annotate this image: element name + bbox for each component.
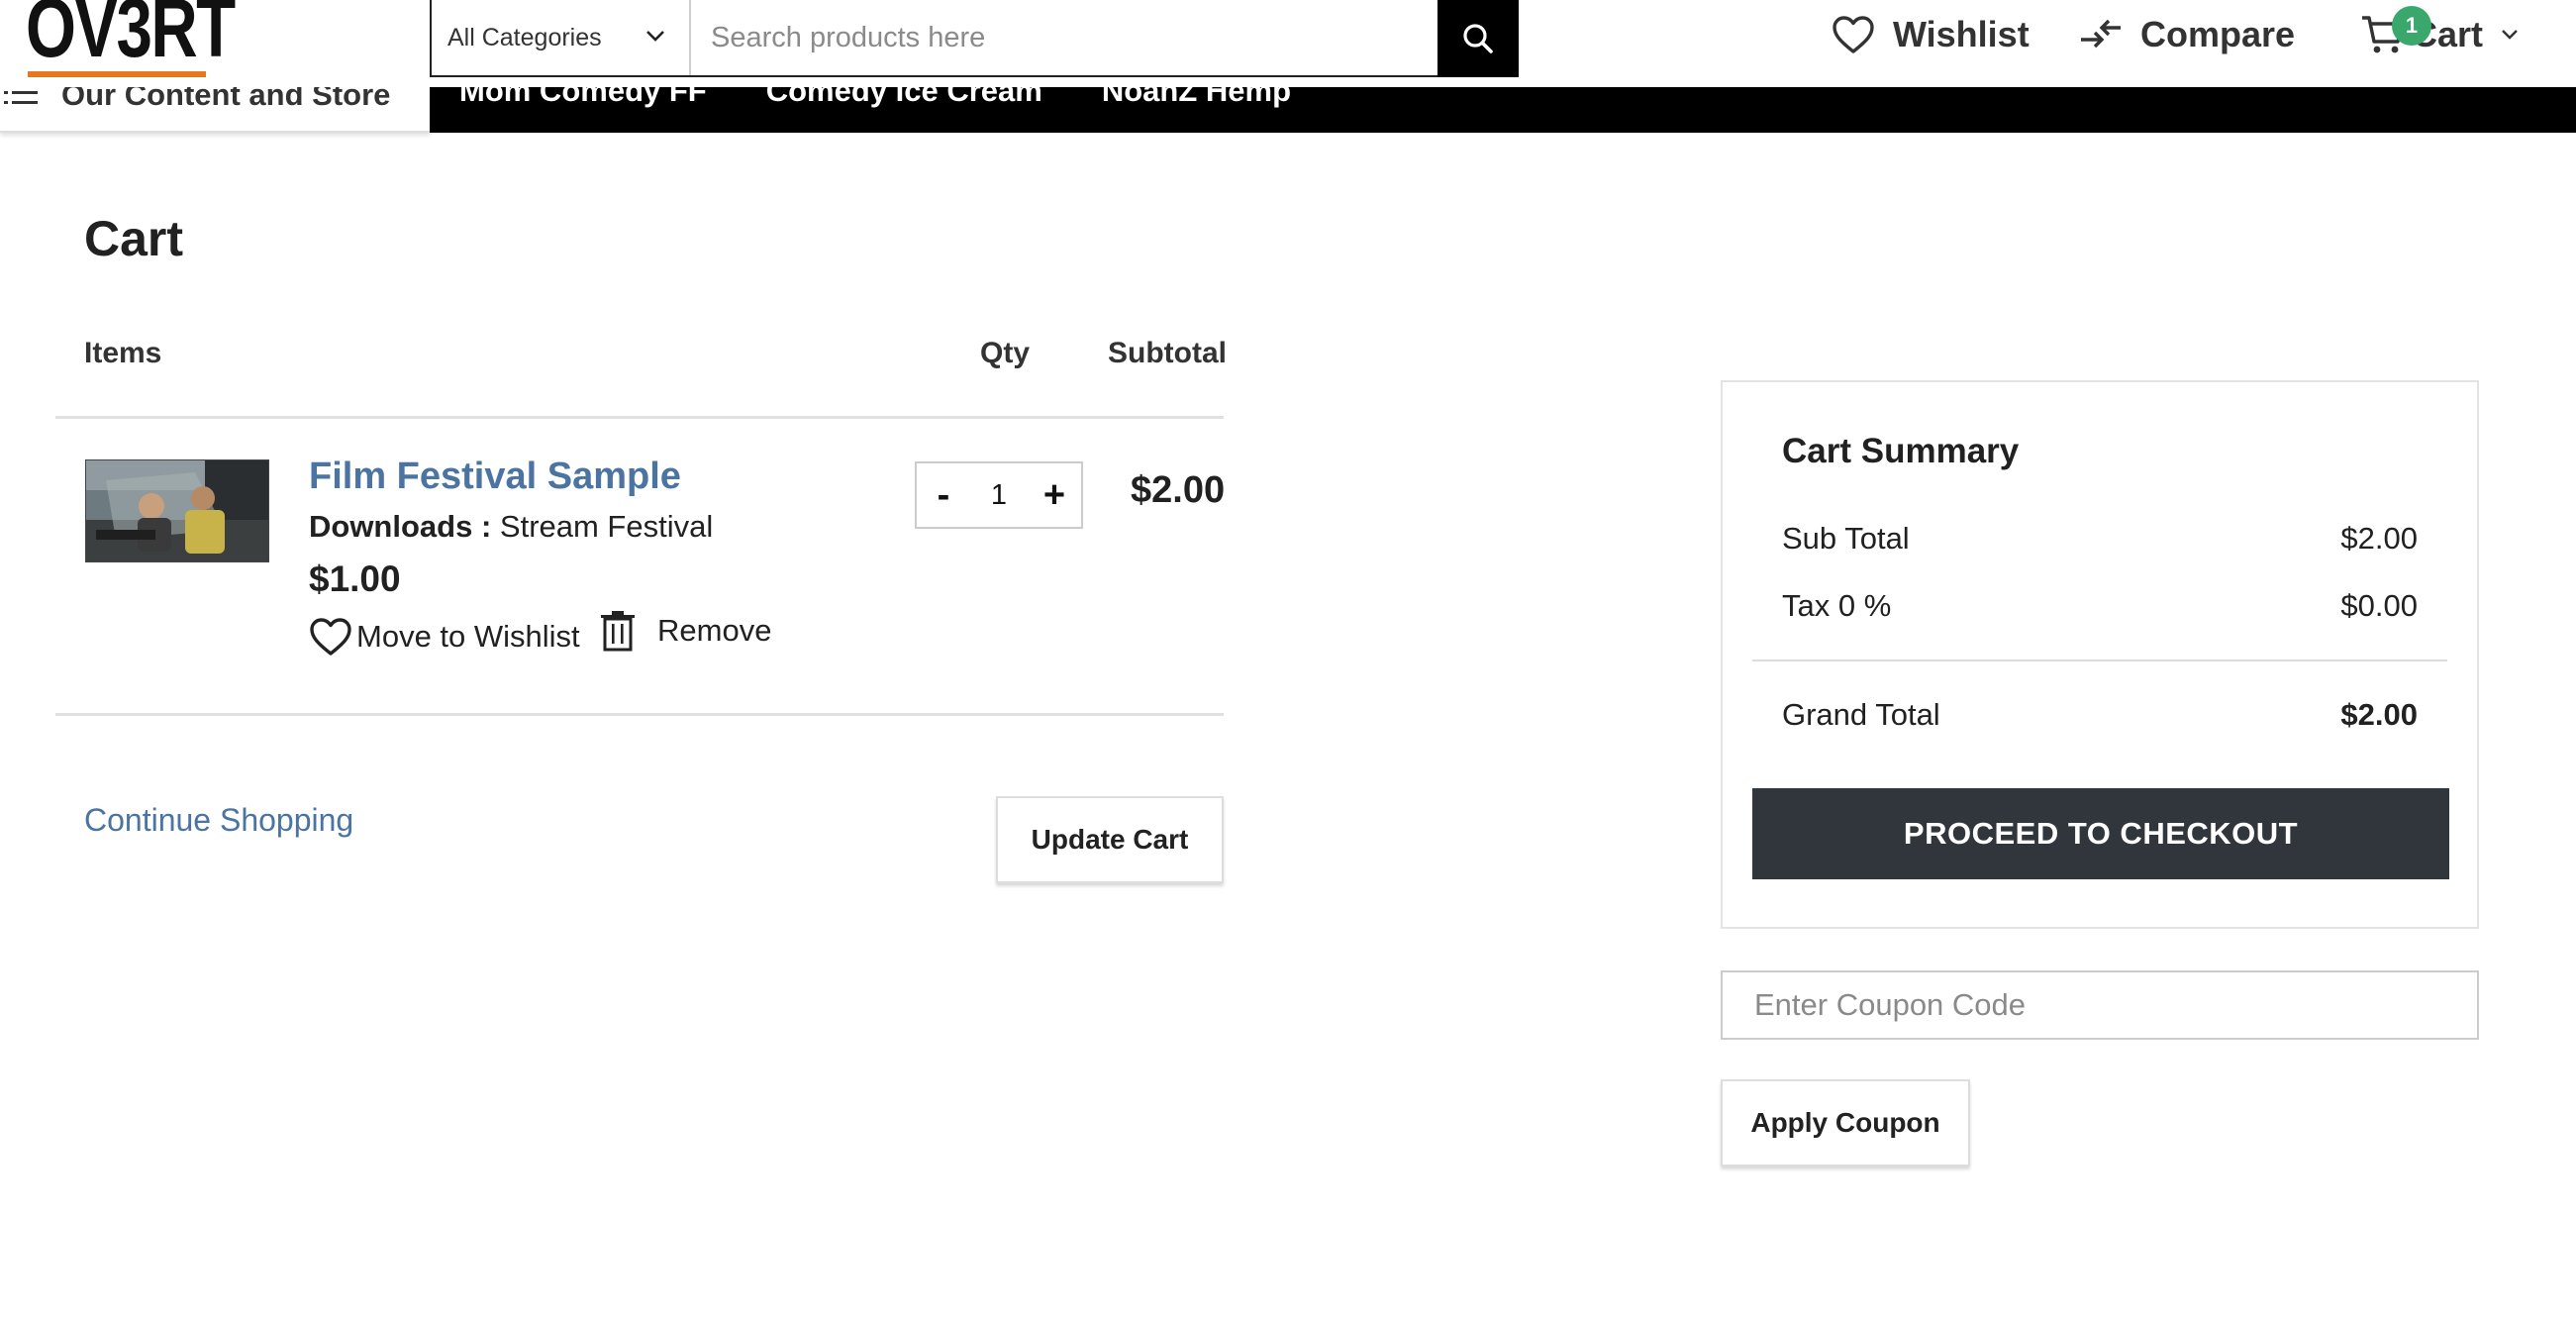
move-to-wishlist-label: Move to Wishlist (356, 619, 580, 654)
logo-underline (28, 71, 206, 77)
column-header-subtotal: Subtotal (1108, 337, 1227, 369)
chevron-down-icon (2499, 24, 2521, 46)
move-to-wishlist-button[interactable]: Move to Wishlist (309, 616, 580, 658)
search-icon (1461, 22, 1495, 55)
cart-summary-panel: Cart Summary Sub Total $2.00 Tax 0 % $0.… (1721, 380, 2479, 929)
category-menu-toggle[interactable]: Our Content and Store (0, 87, 430, 133)
list-menu-icon (4, 87, 38, 113)
header-compare-link[interactable]: Compare (2079, 14, 2295, 55)
quantity-stepper: - 1 + (915, 461, 1083, 529)
update-cart-button[interactable]: Update Cart (996, 796, 1224, 883)
tax-label: Tax 0 % (1782, 588, 1892, 623)
compare-label: Compare (2140, 14, 2296, 54)
summary-row-grand-total: Grand Total $2.00 (1782, 697, 2418, 733)
coupon-code-input[interactable] (1721, 970, 2479, 1040)
site-logo[interactable]: OV3RT (26, 0, 236, 69)
category-select[interactable]: All Categories (432, 0, 691, 75)
product-option-label: Downloads : (309, 509, 492, 544)
site-header: OV3RT All Categories Wishlist Compare (0, 0, 2576, 87)
page-title: Cart (84, 211, 184, 266)
product-thumbnail[interactable] (85, 459, 269, 562)
wishlist-label: Wishlist (1893, 14, 2030, 54)
category-select-value: All Categories (447, 23, 602, 51)
compare-arrows-icon (2079, 18, 2123, 51)
product-option-value: Stream Festival (499, 509, 714, 544)
subtotal-label: Sub Total (1782, 521, 1910, 556)
grand-total-value: $2.00 (2340, 697, 2418, 732)
search-button[interactable] (1437, 0, 1519, 77)
product-option: Downloads : Stream Festival (309, 509, 713, 545)
cart-count-badge: 1 (2392, 6, 2431, 46)
search-input[interactable] (691, 0, 1437, 75)
row-subtotal: $2.00 (1131, 469, 1226, 511)
trash-icon (600, 610, 636, 652)
heart-icon (1832, 15, 1875, 54)
cart-summary-title: Cart Summary (1782, 432, 2020, 470)
category-menu-label: Our Content and Store (61, 87, 391, 112)
summary-row-tax: Tax 0 % $0.00 (1782, 588, 2418, 624)
tax-value: $0.00 (2340, 588, 2418, 623)
header-cart-link[interactable]: 1 Cart (2360, 6, 2521, 55)
divider (55, 713, 1224, 716)
summary-row-subtotal: Sub Total $2.00 (1782, 521, 2418, 557)
apply-coupon-button[interactable]: Apply Coupon (1721, 1079, 1970, 1167)
main-nav: Mom Comedy FF Comedy Ice Cream NoahZ Hem… (430, 87, 2576, 133)
product-name-link[interactable]: Film Festival Sample (309, 456, 681, 498)
chevron-down-icon (644, 24, 667, 54)
divider (1752, 660, 2447, 661)
search-bar: All Categories (430, 0, 1519, 77)
header-wishlist-link[interactable]: Wishlist (1832, 14, 2030, 55)
grand-total-label: Grand Total (1782, 697, 1940, 732)
nav-item-mom-comedy-ff[interactable]: Mom Comedy FF (459, 87, 707, 133)
remove-label: Remove (657, 613, 772, 648)
remove-item-button[interactable]: Remove (600, 610, 771, 652)
nav-item-comedy-ice-cream[interactable]: Comedy Ice Cream (766, 87, 1042, 133)
column-header-items: Items (84, 337, 162, 369)
qty-decrease-button[interactable]: - (929, 474, 958, 517)
subtotal-value: $2.00 (2340, 521, 2418, 556)
qty-value[interactable]: 1 (991, 479, 1007, 512)
heart-icon (309, 616, 352, 658)
column-header-qty: Qty (980, 337, 1031, 369)
product-price: $1.00 (309, 558, 401, 599)
nav-item-noahz-hemp[interactable]: NoahZ Hemp (1102, 87, 1291, 133)
continue-shopping-link[interactable]: Continue Shopping (84, 802, 353, 839)
divider (55, 416, 1224, 419)
proceed-to-checkout-button[interactable]: PROCEED TO CHECKOUT (1752, 788, 2449, 879)
qty-increase-button[interactable]: + (1040, 474, 1069, 517)
